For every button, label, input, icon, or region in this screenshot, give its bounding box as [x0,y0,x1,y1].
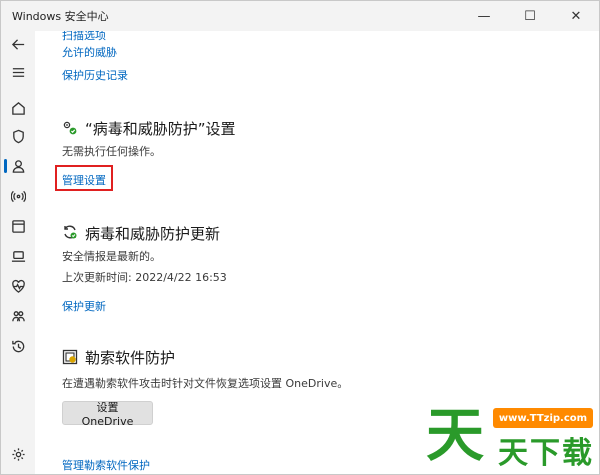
site-watermark: 天 天 下 载 www.TTzip.com [426,396,596,471]
protection-history-link[interactable]: 保护历史记录 [62,67,128,83]
wifi-antenna-icon[interactable] [7,185,29,207]
watermark-char: 下 [530,436,560,471]
close-button[interactable]: ✕ [553,1,599,31]
app-browser-icon[interactable] [7,215,29,237]
watermark-char: 载 [562,436,592,471]
window-controls: — ☐ ✕ [461,1,599,31]
minimize-button[interactable]: — [461,1,507,31]
shield-icon[interactable] [7,125,29,147]
history-clock-icon[interactable] [7,335,29,357]
update-refresh-icon [64,225,77,239]
settings-cog-icon [63,121,77,135]
watermark-url: www.TTzip.com [493,408,593,428]
manage-ransomware-link[interactable]: 管理勒索软件保护 [62,457,150,473]
settings-gear-icon[interactable] [7,443,29,465]
laptop-icon[interactable] [7,245,29,267]
watermark-char: 天 [426,401,485,469]
setup-onedrive-button[interactable]: 设置 OneDrive [62,401,153,428]
threat-updates-heading: 病毒和威胁防护更新 [85,225,221,243]
last-update-text: 上次更新时间: 2022/4/22 16:53 [62,271,227,284]
protection-updates-link[interactable]: 保护更新 [62,298,106,314]
settings-status-text: 无需执行任何操作。 [62,145,161,158]
hamburger-menu-icon[interactable] [7,61,29,83]
threat-settings-heading: “病毒和威胁防护”设置 [85,120,236,138]
manage-settings-link[interactable]: 管理设置 [62,172,106,188]
family-people-icon[interactable] [7,305,29,327]
heart-health-icon[interactable] [7,275,29,297]
ransomware-heading: 勒索软件防护 [85,349,176,367]
updates-status-text: 安全情报是最新的。 [62,250,161,263]
window-title: Windows 安全中心 [12,10,109,23]
ransomware-folder-icon [62,349,78,365]
title-bar: Windows 安全中心 — ☐ ✕ [1,1,599,31]
allowed-threats-link[interactable]: 允许的威胁 [62,44,117,60]
sidebar-nav [1,31,35,474]
maximize-button[interactable]: ☐ [507,1,553,31]
app-window: Windows 安全中心 — ☐ ✕ 扫描选项 允许的威胁 保护历史记录 “病毒… [0,0,600,475]
watermark-char: 天 [498,436,528,471]
account-person-icon[interactable] [7,155,29,177]
scan-options-link[interactable]: 扫描选项 [62,31,106,43]
ransomware-description: 在遭遇勒索软件攻击时针对文件恢复选项设置 OneDrive。 [62,377,349,390]
back-arrow-icon[interactable] [7,33,29,55]
home-icon[interactable] [7,97,29,119]
